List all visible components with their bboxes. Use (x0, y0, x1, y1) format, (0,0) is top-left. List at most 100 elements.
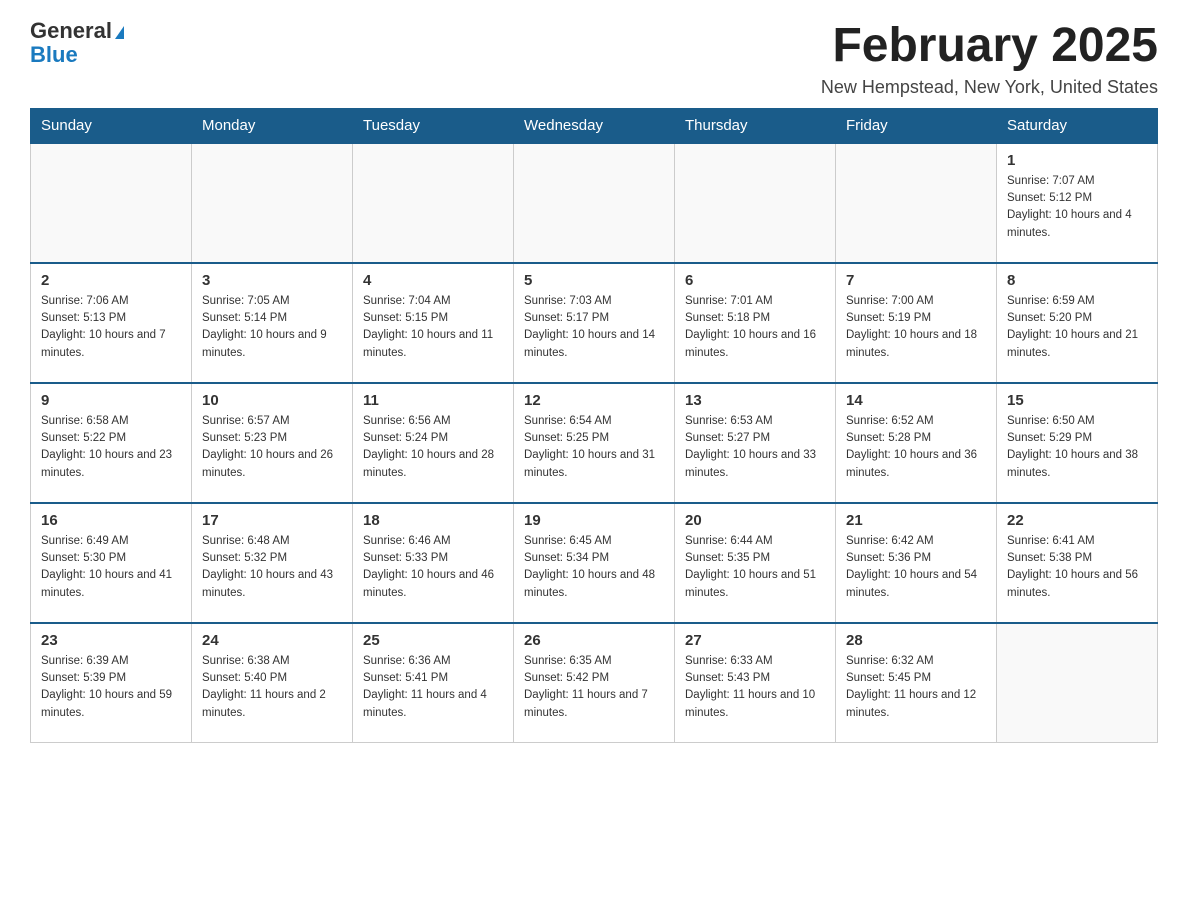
day-info-w1-d3: Sunrise: 7:03 AM Sunset: 5:17 PM Dayligh… (524, 293, 664, 362)
day-info-w4-d2: Sunrise: 6:36 AM Sunset: 5:41 PM Dayligh… (363, 653, 503, 722)
day-number-w3-d1: 17 (202, 512, 342, 529)
day-number-w1-d2: 4 (363, 272, 503, 289)
calendar-cell-w3-d5: 21 Sunrise: 6:42 AM Sunset: 5:36 PM Dayli… (836, 503, 997, 623)
day-number-w4-d1: 24 (202, 632, 342, 649)
calendar-cell-w4-d2: 25 Sunrise: 6:36 AM Sunset: 5:41 PM Dayli… (353, 623, 514, 743)
day-info-w4-d5: Sunrise: 6:32 AM Sunset: 5:45 PM Dayligh… (846, 653, 986, 722)
calendar-cell-w1-d1: 3 Sunrise: 7:05 AM Sunset: 5:14 PM Daylig… (192, 263, 353, 383)
day-number-w2-d6: 15 (1007, 392, 1147, 409)
calendar-cell-w4-d5: 28 Sunrise: 6:32 AM Sunset: 5:45 PM Dayli… (836, 623, 997, 743)
calendar-cell-w3-d2: 18 Sunrise: 6:46 AM Sunset: 5:33 PM Dayli… (353, 503, 514, 623)
calendar-cell-w1-d0: 2Sunrise: 7:06 AM Sunset: 5:13 PM Daylig… (31, 263, 192, 383)
day-number-w3-d5: 21 (846, 512, 986, 529)
header-saturday: Saturday (997, 108, 1158, 143)
calendar-cell-w4-d1: 24 Sunrise: 6:38 AM Sunset: 5:40 PM Dayli… (192, 623, 353, 743)
calendar-cell-w3-d0: 16 Sunrise: 6:49 AM Sunset: 5:30 PM Dayli… (31, 503, 192, 623)
day-info-w1-d5: Sunrise: 7:00 AM Sunset: 5:19 PM Dayligh… (846, 293, 986, 362)
day-number-w1-d3: 5 (524, 272, 664, 289)
page-title: February 2025 (821, 20, 1158, 73)
day-info-w4-d1: Sunrise: 6:38 AM Sunset: 5:40 PM Dayligh… (202, 653, 342, 722)
week-row-1: 2Sunrise: 7:06 AM Sunset: 5:13 PM Daylig… (31, 263, 1158, 383)
header-sunday: Sunday (31, 108, 192, 143)
day-number-w4-d3: 26 (524, 632, 664, 649)
header-wednesday: Wednesday (514, 108, 675, 143)
day-info-w3-d4: Sunrise: 6:44 AM Sunset: 5:35 PM Dayligh… (685, 533, 825, 602)
day-info-w1-d0: Sunrise: 7:06 AM Sunset: 5:13 PM Dayligh… (41, 293, 181, 362)
header-thursday: Thursday (675, 108, 836, 143)
day-info-w2-d4: Sunrise: 6:53 AM Sunset: 5:27 PM Dayligh… (685, 413, 825, 482)
day-info-w2-d0: Sunrise: 6:58 AM Sunset: 5:22 PM Dayligh… (41, 413, 181, 482)
day-number-w2-d0: 9 (41, 392, 181, 409)
day-info-w3-d5: Sunrise: 6:42 AM Sunset: 5:36 PM Dayligh… (846, 533, 986, 602)
day-number-w2-d4: 13 (685, 392, 825, 409)
calendar-cell-w3-d4: 20Sunrise: 6:44 AM Sunset: 5:35 PM Dayli… (675, 503, 836, 623)
day-info-w4-d4: Sunrise: 6:33 AM Sunset: 5:43 PM Dayligh… (685, 653, 825, 722)
day-info-w2-d6: Sunrise: 6:50 AM Sunset: 5:29 PM Dayligh… (1007, 413, 1147, 482)
week-row-3: 16 Sunrise: 6:49 AM Sunset: 5:30 PM Dayli… (31, 503, 1158, 623)
calendar-cell-w0-d2 (353, 143, 514, 263)
logo-general-text: General (30, 20, 112, 42)
calendar-cell-w4-d0: 23Sunrise: 6:39 AM Sunset: 5:39 PM Dayli… (31, 623, 192, 743)
logo-triangle-icon (115, 26, 124, 39)
calendar-cell-w0-d4 (675, 143, 836, 263)
calendar-header-row: Sunday Monday Tuesday Wednesday Thursday… (31, 108, 1158, 143)
day-info-w1-d6: Sunrise: 6:59 AM Sunset: 5:20 PM Dayligh… (1007, 293, 1147, 362)
logo: General Blue (30, 20, 124, 68)
day-number-w3-d3: 19 (524, 512, 664, 529)
calendar-cell-w3-d3: 19 Sunrise: 6:45 AM Sunset: 5:34 PM Dayli… (514, 503, 675, 623)
header-monday: Monday (192, 108, 353, 143)
day-info-w3-d0: Sunrise: 6:49 AM Sunset: 5:30 PM Dayligh… (41, 533, 181, 602)
day-number-w1-d4: 6 (685, 272, 825, 289)
week-row-2: 9 Sunrise: 6:58 AM Sunset: 5:22 PM Daylig… (31, 383, 1158, 503)
calendar-cell-w2-d2: 11 Sunrise: 6:56 AM Sunset: 5:24 PM Dayli… (353, 383, 514, 503)
day-number-w3-d0: 16 (41, 512, 181, 529)
title-section: February 2025 New Hempstead, New York, U… (821, 20, 1158, 98)
day-info-w0-d6: Sunrise: 7:07 AM Sunset: 5:12 PM Dayligh… (1007, 173, 1147, 242)
logo-blue-text: Blue (30, 42, 78, 68)
day-number-w2-d3: 12 (524, 392, 664, 409)
calendar-cell-w1-d2: 4Sunrise: 7:04 AM Sunset: 5:15 PM Daylig… (353, 263, 514, 383)
day-number-w3-d6: 22 (1007, 512, 1147, 529)
calendar-cell-w2-d6: 15 Sunrise: 6:50 AM Sunset: 5:29 PM Dayli… (997, 383, 1158, 503)
header-tuesday: Tuesday (353, 108, 514, 143)
header-friday: Friday (836, 108, 997, 143)
day-number-w4-d4: 27 (685, 632, 825, 649)
day-info-w2-d1: Sunrise: 6:57 AM Sunset: 5:23 PM Dayligh… (202, 413, 342, 482)
calendar-cell-w3-d6: 22 Sunrise: 6:41 AM Sunset: 5:38 PM Dayli… (997, 503, 1158, 623)
calendar-cell-w2-d5: 14Sunrise: 6:52 AM Sunset: 5:28 PM Dayli… (836, 383, 997, 503)
day-number-w4-d0: 23 (41, 632, 181, 649)
day-number-w1-d1: 3 (202, 272, 342, 289)
calendar-cell-w4-d4: 27 Sunrise: 6:33 AM Sunset: 5:43 PM Dayli… (675, 623, 836, 743)
day-info-w3-d1: Sunrise: 6:48 AM Sunset: 5:32 PM Dayligh… (202, 533, 342, 602)
calendar-cell-w4-d3: 26Sunrise: 6:35 AM Sunset: 5:42 PM Dayli… (514, 623, 675, 743)
day-info-w2-d2: Sunrise: 6:56 AM Sunset: 5:24 PM Dayligh… (363, 413, 503, 482)
page-subtitle: New Hempstead, New York, United States (821, 77, 1158, 98)
calendar-cell-w1-d6: 8 Sunrise: 6:59 AM Sunset: 5:20 PM Daylig… (997, 263, 1158, 383)
calendar-cell-w0-d5 (836, 143, 997, 263)
calendar-cell-w1-d3: 5 Sunrise: 7:03 AM Sunset: 5:17 PM Daylig… (514, 263, 675, 383)
calendar-cell-w0-d3 (514, 143, 675, 263)
calendar-cell-w1-d5: 7 Sunrise: 7:00 AM Sunset: 5:19 PM Daylig… (836, 263, 997, 383)
day-number-w1-d6: 8 (1007, 272, 1147, 289)
calendar-cell-w0-d0 (31, 143, 192, 263)
calendar-cell-w1-d4: 6 Sunrise: 7:01 AM Sunset: 5:18 PM Daylig… (675, 263, 836, 383)
day-info-w2-d3: Sunrise: 6:54 AM Sunset: 5:25 PM Dayligh… (524, 413, 664, 482)
calendar-cell-w3-d1: 17 Sunrise: 6:48 AM Sunset: 5:32 PM Dayli… (192, 503, 353, 623)
week-row-0: 1Sunrise: 7:07 AM Sunset: 5:12 PM Daylig… (31, 143, 1158, 263)
calendar-cell-w2-d4: 13 Sunrise: 6:53 AM Sunset: 5:27 PM Dayli… (675, 383, 836, 503)
day-number-w4-d5: 28 (846, 632, 986, 649)
calendar-cell-w4-d6 (997, 623, 1158, 743)
day-number-w1-d5: 7 (846, 272, 986, 289)
day-number-w2-d2: 11 (363, 392, 503, 409)
day-number-w4-d2: 25 (363, 632, 503, 649)
day-info-w3-d3: Sunrise: 6:45 AM Sunset: 5:34 PM Dayligh… (524, 533, 664, 602)
day-info-w1-d4: Sunrise: 7:01 AM Sunset: 5:18 PM Dayligh… (685, 293, 825, 362)
calendar-cell-w2-d3: 12 Sunrise: 6:54 AM Sunset: 5:25 PM Dayli… (514, 383, 675, 503)
day-info-w2-d5: Sunrise: 6:52 AM Sunset: 5:28 PM Dayligh… (846, 413, 986, 482)
day-info-w3-d2: Sunrise: 6:46 AM Sunset: 5:33 PM Dayligh… (363, 533, 503, 602)
day-number-w3-d2: 18 (363, 512, 503, 529)
calendar-cell-w0-d6: 1Sunrise: 7:07 AM Sunset: 5:12 PM Daylig… (997, 143, 1158, 263)
calendar-table: Sunday Monday Tuesday Wednesday Thursday… (30, 108, 1158, 744)
day-info-w1-d1: Sunrise: 7:05 AM Sunset: 5:14 PM Dayligh… (202, 293, 342, 362)
day-info-w3-d6: Sunrise: 6:41 AM Sunset: 5:38 PM Dayligh… (1007, 533, 1147, 602)
